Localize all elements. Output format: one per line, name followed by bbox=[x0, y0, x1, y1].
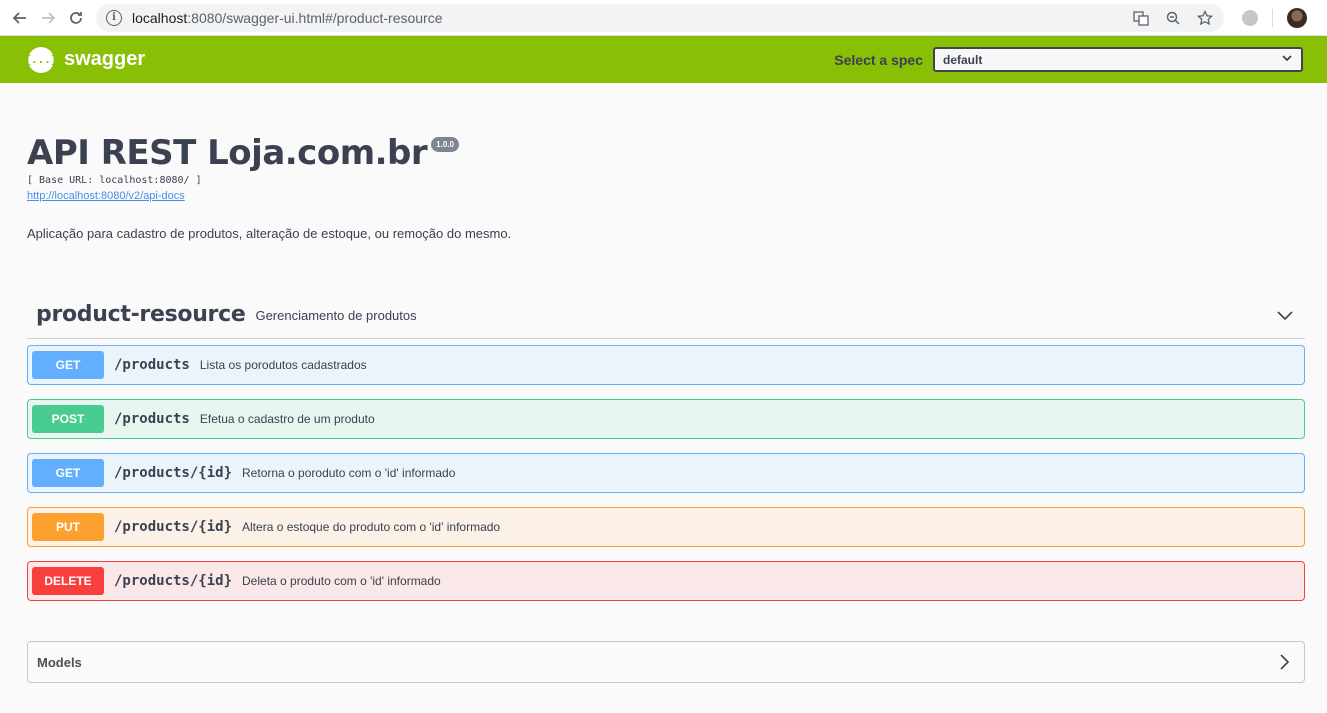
translate-icon[interactable] bbox=[1132, 9, 1150, 27]
operation-get-product-by-id[interactable]: GET /products/{id} Retorna o poroduto co… bbox=[27, 453, 1305, 493]
method-badge: PUT bbox=[32, 513, 104, 541]
logo-glyph: {...} bbox=[24, 53, 58, 66]
swagger-topbar: {...} swagger Select a spec default bbox=[0, 36, 1327, 83]
operation-summary: Altera o estoque do produto com o 'id' i… bbox=[242, 520, 501, 534]
address-bar[interactable]: i localhost:8080/swagger-ui.html#/produc… bbox=[96, 3, 1224, 32]
api-docs-link[interactable]: http://localhost:8080/v2/api-docs bbox=[27, 190, 185, 202]
extension-icon[interactable] bbox=[1242, 9, 1258, 26]
method-badge: POST bbox=[32, 405, 104, 433]
site-info-icon[interactable]: i bbox=[106, 9, 122, 26]
chevron-right-icon[interactable] bbox=[1274, 652, 1294, 672]
version-badge: 1.0.0 bbox=[431, 137, 459, 152]
operation-path: /products bbox=[114, 357, 190, 373]
operation-summary: Deleta o produto com o 'id' informado bbox=[242, 574, 441, 588]
operation-summary: Lista os porodutos cadastrados bbox=[199, 358, 367, 372]
operations-list: GET /products Lista os porodutos cadastr… bbox=[27, 345, 1305, 601]
operation-get-products[interactable]: GET /products Lista os porodutos cadastr… bbox=[27, 345, 1305, 385]
operation-path: /products/{id} bbox=[114, 465, 233, 481]
operation-path: /products/{id} bbox=[114, 519, 233, 535]
operation-summary: Retorna o poroduto com o 'id' informado bbox=[242, 466, 456, 480]
tag-name: product-resource bbox=[36, 302, 246, 327]
api-title: API REST Loja.com.br bbox=[27, 133, 428, 173]
base-url: [ Base URL: localhost:8080/ ] bbox=[27, 175, 202, 186]
operation-put-product-by-id[interactable]: PUT /products/{id} Altera o estoque do p… bbox=[27, 507, 1305, 547]
bookmark-star-icon[interactable] bbox=[1196, 9, 1214, 27]
swagger-content: API REST Loja.com.br 1.0.0 [ Base URL: l… bbox=[0, 83, 1327, 683]
spec-label: Select a spec bbox=[834, 51, 923, 68]
toolbar-divider bbox=[1272, 8, 1273, 27]
url-host: localhost bbox=[132, 9, 188, 26]
zoom-icon[interactable] bbox=[1164, 9, 1182, 27]
profile-avatar[interactable] bbox=[1287, 7, 1307, 28]
logo-text: swagger bbox=[64, 48, 146, 70]
tag-description: Gerenciamento de produtos bbox=[255, 308, 417, 323]
operation-summary: Efetua o cadastro de um produto bbox=[199, 412, 375, 426]
swagger-logo[interactable]: {...} swagger bbox=[24, 46, 146, 73]
operation-post-products[interactable]: POST /products Efetua o cadastro de um p… bbox=[27, 399, 1305, 439]
chevron-down-icon[interactable] bbox=[1275, 305, 1295, 325]
swagger-logo-icon: {...} bbox=[24, 46, 58, 73]
models-title: Models bbox=[37, 654, 82, 670]
tag-header-product-resource[interactable]: product-resource Gerenciamento de produt… bbox=[27, 291, 1305, 339]
operation-path: /products/{id} bbox=[114, 573, 233, 589]
chevron-down-icon bbox=[1281, 52, 1293, 67]
reload-icon[interactable] bbox=[62, 4, 90, 32]
models-section[interactable]: Models bbox=[27, 641, 1305, 683]
browser-toolbar: i localhost:8080/swagger-ui.html#/produc… bbox=[0, 0, 1327, 36]
operation-path: /products bbox=[114, 411, 190, 427]
forward-arrow-icon[interactable] bbox=[34, 4, 62, 32]
spec-value: default bbox=[943, 52, 983, 67]
spec-selector: Select a spec default bbox=[834, 47, 1303, 72]
spec-dropdown[interactable]: default bbox=[933, 47, 1303, 72]
api-description: Aplicação para cadastro de produtos, alt… bbox=[27, 226, 512, 241]
url-path: :8080/swagger-ui.html#/product-resource bbox=[187, 9, 443, 26]
url-text[interactable]: localhost:8080/swagger-ui.html#/product-… bbox=[132, 10, 443, 26]
api-info: API REST Loja.com.br 1.0.0 [ Base URL: l… bbox=[27, 83, 1305, 241]
back-arrow-icon[interactable] bbox=[6, 4, 34, 32]
operation-delete-product-by-id[interactable]: DELETE /products/{id} Deleta o produto c… bbox=[27, 561, 1305, 601]
method-badge: DELETE bbox=[32, 567, 104, 595]
method-badge: GET bbox=[32, 459, 104, 487]
method-badge: GET bbox=[32, 351, 104, 379]
